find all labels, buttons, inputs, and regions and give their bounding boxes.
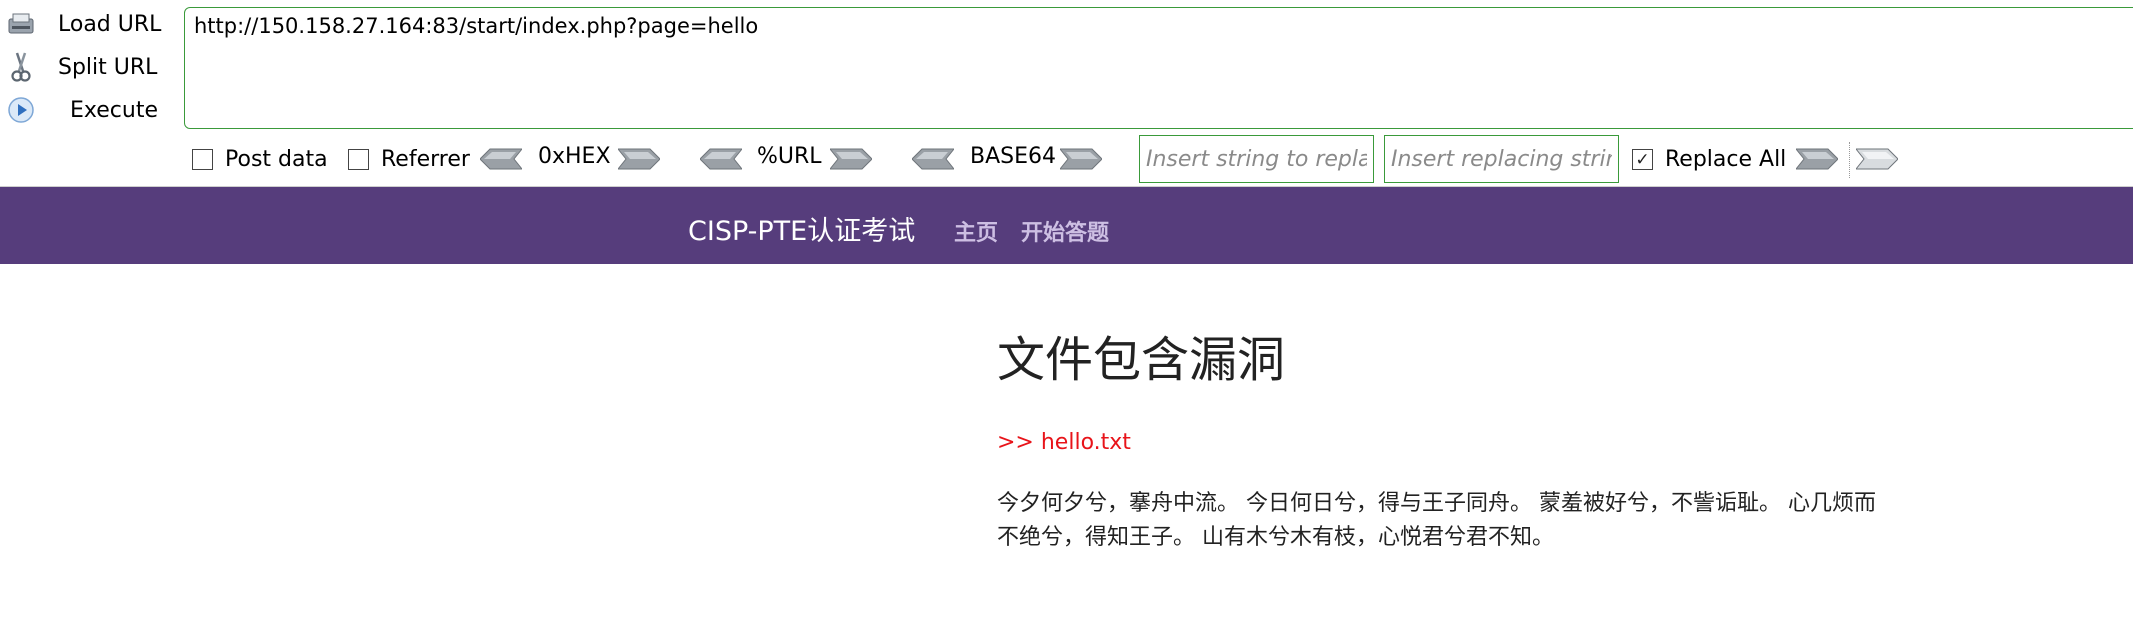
- post-data-label: Post data: [225, 147, 328, 172]
- base64-decode-arrow-icon[interactable]: [911, 148, 956, 170]
- nav-link-start-quiz[interactable]: 开始答题: [1021, 215, 1109, 247]
- url-encode-arrow-icon[interactable]: [828, 148, 873, 170]
- site-navbar: CISP-PTE认证考试 主页 开始答题: [0, 187, 2133, 264]
- url-input[interactable]: [184, 7, 2133, 129]
- toolbar-divider: [1849, 142, 1850, 178]
- load-url-button[interactable]: Load URL: [6, 4, 176, 44]
- load-url-label: Load URL: [58, 11, 162, 37]
- replace-find-input[interactable]: [1139, 135, 1374, 183]
- execute-button[interactable]: Execute: [6, 90, 176, 130]
- replace-with-input[interactable]: [1384, 135, 1619, 183]
- nav-link-home[interactable]: 主页: [954, 215, 998, 247]
- referrer-label: Referrer: [381, 147, 470, 172]
- hex-decode-arrow-icon[interactable]: [479, 148, 524, 170]
- replace-left-arrow-icon[interactable]: [1794, 148, 1839, 170]
- hackbar-toolbar: Load URL Split URL Execute http://150.15…: [0, 0, 2133, 187]
- base64-encode-arrow-icon[interactable]: [1058, 148, 1103, 170]
- execute-label: Execute: [70, 97, 158, 123]
- post-data-checkbox-box[interactable]: [192, 149, 213, 170]
- replace-all-label: Replace All: [1665, 147, 1787, 172]
- referrer-checkbox[interactable]: Referrer: [348, 147, 470, 172]
- url-decode-arrow-icon[interactable]: [699, 148, 744, 170]
- included-file-line: >> hello.txt: [997, 430, 1131, 455]
- replace-all-checkbox[interactable]: ✓ Replace All: [1632, 147, 1786, 172]
- hackbar-options-row: Post data Referrer 0xHEX %URL BASE64 Ins…: [0, 132, 2133, 186]
- page-title: 文件包含漏洞: [997, 332, 1286, 388]
- url-label: %URL: [757, 144, 822, 169]
- hex-encode-arrow-icon[interactable]: [616, 148, 661, 170]
- base64-label: BASE64: [970, 144, 1057, 169]
- site-brand-link[interactable]: CISP-PTE认证考试: [688, 209, 915, 248]
- replace-all-checkbox-box[interactable]: ✓: [1632, 149, 1653, 170]
- main-content: 文件包含漏洞 >> hello.txt 今夕何夕兮，搴舟中流。 今日何日兮，得与…: [997, 320, 1897, 555]
- replace-right-arrow-icon[interactable]: [1854, 148, 1899, 170]
- file-content-text: 今夕何夕兮，搴舟中流。 今日何日兮，得与王子同舟。 蒙羞被好兮，不訾诟耻。 心几…: [997, 491, 1876, 550]
- play-icon: [6, 95, 36, 125]
- load-url-icon: [6, 9, 36, 39]
- scissors-icon: [6, 52, 36, 82]
- hex-label: 0xHEX: [538, 144, 611, 169]
- split-url-button[interactable]: Split URL: [6, 47, 176, 87]
- split-url-label: Split URL: [58, 54, 158, 80]
- post-data-checkbox[interactable]: Post data: [192, 147, 328, 172]
- referrer-checkbox-box[interactable]: [348, 149, 369, 170]
